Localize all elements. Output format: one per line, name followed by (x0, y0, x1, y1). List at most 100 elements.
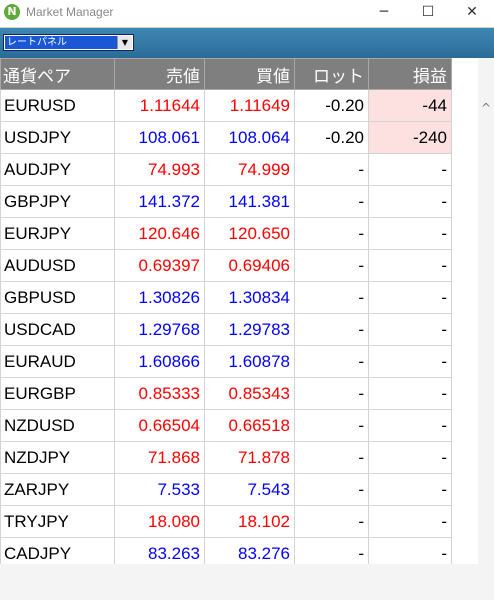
table-row[interactable]: GBPUSD 1.30826 1.30834- - (0, 281, 452, 314)
lot-cell: - (294, 473, 369, 506)
table-row[interactable]: AUDUSD 0.69397 0.69406- - (0, 249, 452, 282)
pair-cell: EURUSD (0, 89, 115, 122)
pair-cell: ZARJPY (0, 473, 115, 506)
ask-cell: 0.66518 (204, 409, 295, 442)
header-pl[interactable]: 損益 (368, 58, 452, 90)
table-row[interactable]: USDJPY 108.061 108.064 -0.20 -240 (0, 121, 452, 154)
header-lot[interactable]: ロット (294, 58, 369, 90)
ask-cell: 108.064 (204, 121, 295, 154)
bid-cell: 1.29768 (114, 313, 205, 346)
bid-cell: 18.080 (114, 505, 205, 538)
vertical-scrollbar[interactable]: ^ (478, 89, 494, 564)
pair-cell: EURJPY (0, 217, 115, 250)
pl-cell: - (368, 249, 452, 282)
table-row[interactable]: NZDJPY 71.868 71.878- - (0, 441, 452, 474)
table-row[interactable]: NZDUSD 0.66504 0.66518- - (0, 409, 452, 442)
pair-cell: USDCAD (0, 313, 115, 346)
pl-cell: - (368, 505, 452, 538)
ask-cell: 7.543 (204, 473, 295, 506)
ask-cell: 1.29783 (204, 313, 295, 346)
ask-cell: 0.85343 (204, 377, 295, 410)
ask-cell: 74.999 (204, 153, 295, 186)
table-row[interactable]: USDCAD 1.29768 1.29783- - (0, 313, 452, 346)
ask-cell: 1.60878 (204, 345, 295, 378)
window-title: Market Manager (26, 5, 114, 19)
pl-cell: - (368, 153, 452, 186)
pair-cell: AUDJPY (0, 153, 115, 186)
lot-cell: - (294, 377, 369, 410)
maximize-icon[interactable]: ☐ (406, 0, 450, 26)
ask-cell: 71.878 (204, 441, 295, 474)
ask-cell: 141.381 (204, 185, 295, 218)
lot-cell: - (294, 441, 369, 474)
lot-cell: - (294, 217, 369, 250)
ask-cell: 0.69406 (204, 249, 295, 282)
lot-cell: - (294, 505, 369, 538)
pl-cell: -240 (368, 121, 452, 154)
toolbar: レートパネル ▼ (0, 27, 494, 58)
pair-cell: GBPUSD (0, 281, 115, 314)
table-row[interactable]: AUDJPY 74.993 74.999- - (0, 153, 452, 186)
bid-cell: 120.646 (114, 217, 205, 250)
ask-cell: 120.650 (204, 217, 295, 250)
rate-grid: 通貨ペア 売値 買値 ロット 損益 EURUSD 1.11644 1.11649 -0… (0, 58, 478, 564)
rate-table: 通貨ペア 売値 買値 ロット 損益 EURUSD 1.11644 1.11649 -0… (0, 58, 452, 564)
lot-cell: - (294, 249, 369, 282)
header-pair[interactable]: 通貨ペア (0, 58, 115, 90)
lot-cell: - (294, 409, 369, 442)
lot-cell: - (294, 313, 369, 346)
pair-cell: GBPJPY (0, 185, 115, 218)
ask-cell: 1.30834 (204, 281, 295, 314)
table-row[interactable]: EURAUD 1.60866 1.60878- - (0, 345, 452, 378)
bid-cell: 1.11644 (114, 89, 205, 122)
panel-select[interactable]: レートパネル ▼ (3, 34, 134, 51)
pl-cell: - (368, 313, 452, 346)
lot-cell: - (294, 281, 369, 314)
pair-cell: EURAUD (0, 345, 115, 378)
ask-cell: 83.276 (204, 537, 295, 564)
pl-cell: - (368, 345, 452, 378)
ask-cell: 1.11649 (204, 89, 295, 122)
pair-cell: AUDUSD (0, 249, 115, 282)
header-ask[interactable]: 買値 (204, 58, 295, 90)
pair-cell: CADJPY (0, 537, 115, 564)
lot-cell: - (294, 185, 369, 218)
pl-cell: - (368, 537, 452, 564)
table-row[interactable]: EURUSD 1.11644 1.11649 -0.20 -44 (0, 89, 452, 122)
header-bid[interactable]: 売値 (114, 58, 205, 90)
app-logo-icon: N (4, 4, 20, 20)
bid-cell: 74.993 (114, 153, 205, 186)
lot-cell: - (294, 345, 369, 378)
pl-cell: - (368, 217, 452, 250)
bid-cell: 7.533 (114, 473, 205, 506)
bid-cell: 1.60866 (114, 345, 205, 378)
table-row[interactable]: CADJPY 83.263 83.276- - (0, 537, 452, 564)
bid-cell: 141.372 (114, 185, 205, 218)
bid-cell: 0.69397 (114, 249, 205, 282)
pl-cell: - (368, 377, 452, 410)
table-row[interactable]: ZARJPY 7.533 7.543- - (0, 473, 452, 506)
panel-select-value: レートパネル (5, 36, 117, 49)
minimize-icon[interactable]: ─ (362, 0, 406, 26)
bid-cell: 0.66504 (114, 409, 205, 442)
table-row[interactable]: TRYJPY 18.080 18.102- - (0, 505, 452, 538)
table-row[interactable]: EURGBP 0.85333 0.85343- - (0, 377, 452, 410)
pair-cell: EURGBP (0, 377, 115, 410)
bid-cell: 1.30826 (114, 281, 205, 314)
scroll-up-icon[interactable]: ^ (478, 101, 494, 115)
pl-cell: - (368, 409, 452, 442)
lot-cell: -0.20 (294, 89, 369, 122)
footer-area (0, 564, 494, 600)
bid-cell: 0.85333 (114, 377, 205, 410)
pl-cell: -44 (368, 89, 452, 122)
bid-cell: 71.868 (114, 441, 205, 474)
pl-cell: - (368, 441, 452, 474)
table-row[interactable]: EURJPY 120.646 120.650- - (0, 217, 452, 250)
close-icon[interactable]: ✕ (450, 0, 494, 26)
pl-cell: - (368, 185, 452, 218)
ask-cell: 18.102 (204, 505, 295, 538)
chevron-down-icon[interactable]: ▼ (117, 36, 132, 49)
lot-cell: - (294, 153, 369, 186)
table-header-row: 通貨ペア 売値 買値 ロット 損益 (0, 58, 452, 90)
table-row[interactable]: GBPJPY 141.372 141.381- - (0, 185, 452, 218)
